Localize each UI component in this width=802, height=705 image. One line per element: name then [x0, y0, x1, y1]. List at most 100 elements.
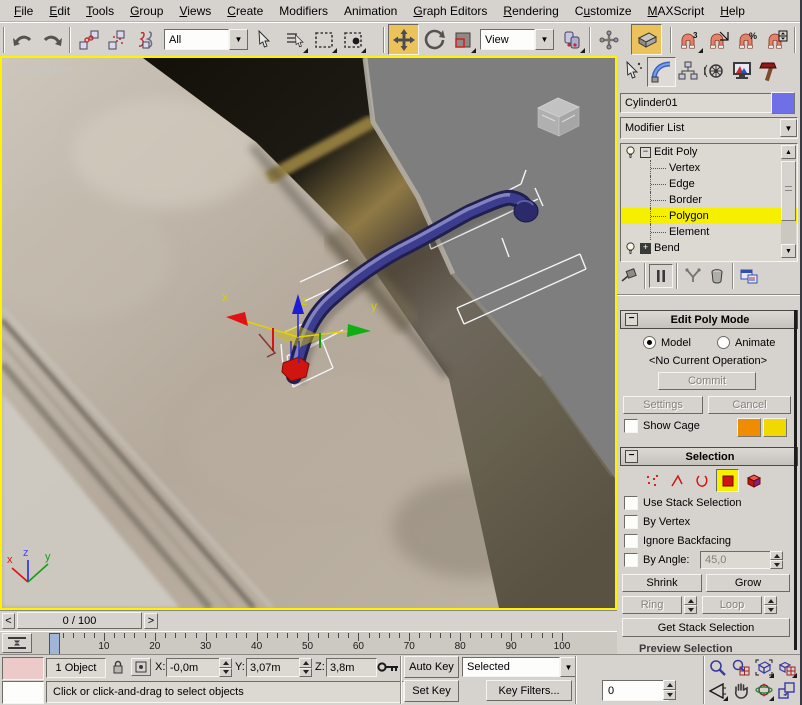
zoom-extents-all-button[interactable] — [775, 656, 798, 679]
stack-item-polygon[interactable]: Polygon — [621, 208, 797, 224]
keyboard-shortcut-override-toggle[interactable] — [631, 24, 662, 55]
arc-rotate-button[interactable] — [752, 679, 775, 702]
viewport-perspective[interactable]: x y z x z y Perspective — [0, 56, 617, 610]
zoom-button[interactable] — [706, 656, 729, 679]
window-crossing-toggle-button[interactable] — [338, 25, 367, 54]
time-slider-track[interactable]: < 0 / 100 > — [0, 611, 617, 631]
collapse-icon[interactable]: − — [640, 147, 651, 158]
element-subobject-button[interactable] — [743, 470, 764, 491]
collapse-icon[interactable]: − — [625, 450, 638, 463]
bind-to-space-warp-button[interactable] — [132, 25, 161, 54]
maxscript-listener-pane[interactable] — [2, 681, 44, 704]
tab-utilities[interactable] — [755, 57, 782, 85]
absolute-mode-transform-type-in[interactable] — [131, 658, 151, 676]
stack-scroll-thumb[interactable] — [781, 161, 796, 221]
current-frame-field[interactable]: 0 — [602, 680, 669, 701]
menu-file[interactable]: File — [6, 2, 41, 20]
edge-subobject-button[interactable] — [666, 470, 687, 491]
expand-icon[interactable]: + — [640, 243, 651, 254]
cancel-button[interactable]: Cancel — [708, 396, 791, 414]
undo-button[interactable] — [8, 25, 37, 54]
object-color-swatch[interactable] — [771, 92, 795, 114]
by-angle-checkbox[interactable]: By Angle: — [624, 553, 689, 567]
percent-snap-toggle-button[interactable]: % — [733, 25, 762, 54]
dropdown-arrow-icon[interactable]: ▼ — [535, 29, 554, 50]
track-bar-ruler[interactable]: 0102030405060708090100 — [36, 632, 614, 655]
menu-animation[interactable]: Animation — [336, 2, 405, 20]
bulb-icon[interactable] — [625, 242, 636, 255]
collapse-icon[interactable]: − — [625, 313, 638, 326]
open-mini-curve-editor-button[interactable] — [2, 633, 32, 653]
viewport-label[interactable]: Perspective — [10, 62, 73, 76]
unlink-selection-button[interactable] — [103, 25, 132, 54]
stack-item-element[interactable]: Element — [621, 224, 797, 240]
auto-key-button[interactable]: Auto Key — [404, 656, 459, 678]
menu-tools[interactable]: Tools — [78, 2, 122, 20]
modifier-list-dropdown[interactable]: Modifier List ▼ — [620, 117, 798, 139]
menu-rendering[interactable]: Rendering — [495, 2, 566, 20]
spinner-snap-toggle-button[interactable] — [762, 25, 791, 54]
min-max-viewport-toggle-button[interactable] — [775, 679, 798, 702]
commit-button[interactable]: Commit — [658, 372, 756, 390]
cage-color-swatch[interactable] — [737, 418, 761, 437]
menu-modifiers[interactable]: Modifiers — [271, 2, 336, 20]
selection-lock-toggle[interactable] — [108, 658, 128, 676]
dropdown-arrow-icon[interactable]: ▼ — [229, 29, 248, 50]
menu-views[interactable]: Views — [171, 2, 219, 20]
stack-item-vertex[interactable]: Vertex — [621, 160, 797, 176]
stack-scroll-up[interactable]: ▲ — [781, 145, 796, 159]
select-and-move-button[interactable] — [388, 24, 419, 55]
key-filters-button[interactable]: Key Filters... — [486, 680, 572, 701]
tab-motion[interactable] — [701, 57, 728, 85]
tab-hierarchy[interactable] — [674, 57, 701, 85]
animate-radio[interactable]: Animate — [717, 336, 775, 349]
select-and-scale-button[interactable] — [448, 25, 477, 54]
modifier-stack[interactable]: −Edit PolyVertexEdgeBorderPolygonElement… — [620, 143, 798, 262]
edit-poly-mode-rollout-header[interactable]: − Edit Poly Mode — [620, 310, 798, 329]
by-angle-spinner[interactable] — [770, 551, 783, 569]
bulb-icon[interactable] — [625, 146, 636, 159]
menu-maxscript[interactable]: MAXScript — [640, 2, 713, 20]
show-cage-checkbox[interactable]: Show Cage — [624, 419, 700, 433]
use-pivot-point-center-button[interactable] — [557, 25, 586, 54]
remove-modifier-button[interactable] — [705, 265, 729, 287]
angle-snap-toggle-button[interactable] — [704, 25, 733, 54]
set-keys-key-icon-button[interactable] — [376, 656, 400, 678]
go-to-start-button[interactable] — [579, 700, 601, 705]
tab-create[interactable] — [620, 57, 647, 85]
grow-button[interactable]: Grow — [706, 574, 790, 592]
by-angle-field[interactable]: 45,0 — [700, 551, 774, 569]
selection-set-dropdown[interactable]: Selected ▼ — [462, 657, 577, 677]
pan-hand-button[interactable] — [729, 679, 752, 702]
polygon-subobject-button[interactable] — [716, 469, 739, 492]
set-key-button[interactable]: Set Key — [404, 680, 459, 702]
get-stack-selection-button[interactable]: Get Stack Selection — [622, 618, 790, 637]
configure-modifier-sets-button[interactable] — [737, 265, 761, 287]
model-radio[interactable]: Model — [643, 336, 691, 349]
menu-group[interactable]: Group — [122, 2, 171, 20]
snaps-toggle-3d-button[interactable]: 3 — [675, 25, 704, 54]
select-and-rotate-button[interactable] — [419, 25, 448, 54]
zoom-all-button[interactable] — [729, 656, 752, 679]
use-stack-selection-checkbox[interactable]: Use Stack Selection — [624, 496, 741, 510]
viewport-canvas[interactable]: x y z x z y — [2, 58, 615, 608]
ring-spinner[interactable] — [684, 596, 697, 614]
select-by-name-button[interactable] — [280, 25, 309, 54]
loop-button[interactable]: Loop — [702, 596, 762, 614]
show-end-result-button[interactable] — [649, 264, 673, 288]
settings-button[interactable]: Settings — [623, 396, 703, 414]
ignore-backfacing-checkbox[interactable]: Ignore Backfacing — [624, 534, 731, 548]
time-slider-next-button[interactable]: > — [144, 613, 158, 629]
select-and-link-button[interactable] — [74, 25, 103, 54]
menu-help[interactable]: Help — [712, 2, 753, 20]
stack-item-edit-poly[interactable]: −Edit Poly — [621, 144, 797, 160]
selection-filter-dropdown[interactable]: All ▼ — [164, 29, 248, 50]
stack-item-bend[interactable]: +Bend — [621, 240, 797, 256]
make-unique-button[interactable] — [681, 265, 705, 287]
menu-graph-editors[interactable]: Graph Editors — [405, 2, 495, 20]
zoom-extents-button[interactable] — [752, 656, 775, 679]
menu-edit[interactable]: Edit — [41, 2, 78, 20]
by-vertex-checkbox[interactable]: By Vertex — [624, 515, 690, 529]
x-coordinate-field[interactable]: -0,0m — [166, 658, 223, 677]
loop-spinner[interactable] — [764, 596, 777, 614]
